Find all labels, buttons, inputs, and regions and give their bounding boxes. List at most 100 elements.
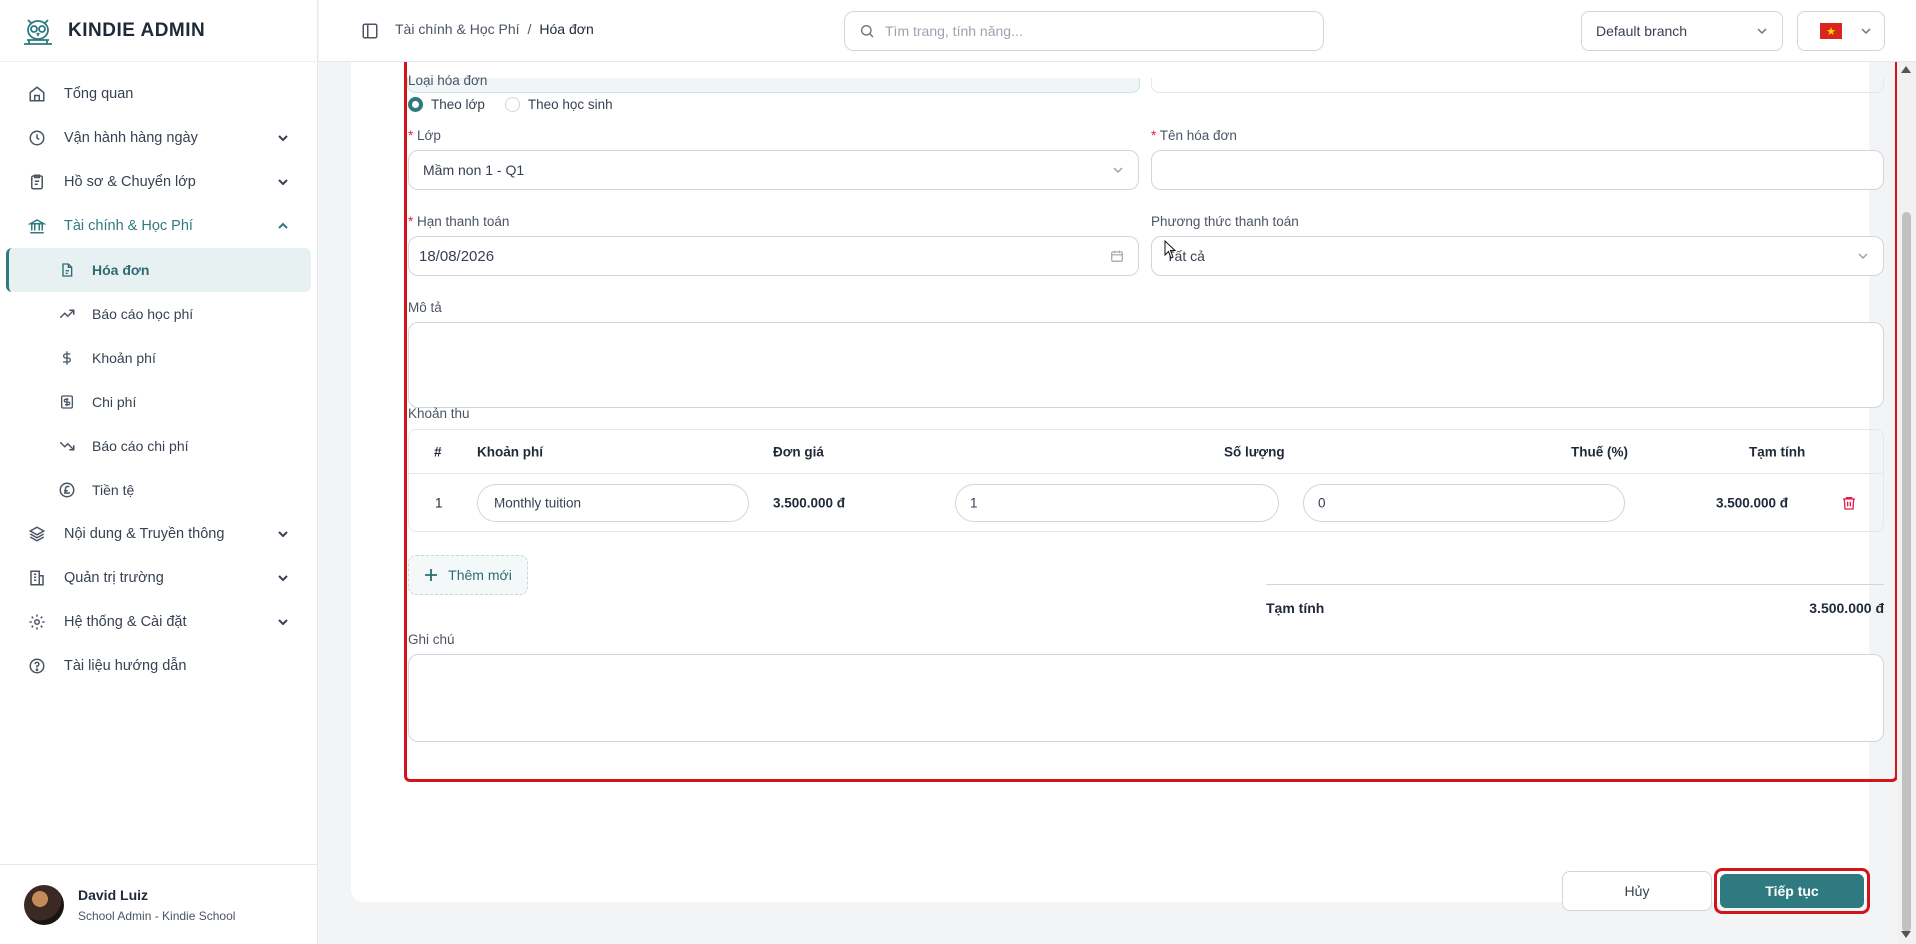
sidebar-toggle-icon[interactable]	[361, 22, 379, 40]
chevron-down-icon	[277, 175, 291, 189]
trash-icon[interactable]	[1841, 494, 1857, 512]
vietnam-flag-icon: ★	[1820, 23, 1842, 39]
column-header-fee: Khoản phí	[477, 444, 543, 459]
language-select[interactable]: ★	[1797, 11, 1885, 51]
bank-icon	[26, 215, 48, 237]
sidebar-subitem-invoices[interactable]: Hóa đơn	[6, 248, 311, 292]
sidebar: KINDIE ADMIN Tổng quan Vận hành hàng ngà…	[0, 0, 318, 944]
class-value: Mầm non 1 - Q1	[423, 162, 525, 178]
main-content: Loại hóa đơn Theo lớp Theo học sinh Lớp …	[319, 62, 1897, 944]
sidebar-item-docs[interactable]: Tài liệu hướng dẫn	[0, 644, 317, 688]
branch-value: Default branch	[1596, 23, 1688, 39]
scrollbar-thumb[interactable]	[1902, 212, 1911, 932]
invoice-name-input[interactable]	[1151, 150, 1884, 190]
sidebar-subitem-tuition-report[interactable]: Báo cáo học phí	[6, 292, 311, 336]
sidebar-item-label: Tổng quan	[64, 86, 134, 102]
sidebar-item-overview[interactable]: Tổng quan	[0, 72, 317, 116]
chevron-down-icon	[1112, 164, 1124, 176]
radio-by-class[interactable]: Theo lớp	[408, 97, 485, 112]
brand-name: KINDIE ADMIN	[68, 19, 206, 41]
trend-down-icon	[56, 435, 78, 457]
plus-icon	[424, 568, 438, 582]
radio-dot	[408, 97, 423, 112]
class-select[interactable]: Mầm non 1 - Q1	[408, 150, 1139, 190]
invoice-type-label: Loại hóa đơn	[408, 73, 488, 88]
chevron-down-icon	[277, 615, 291, 629]
sidebar-item-system-settings[interactable]: Hệ thống & Cài đặt	[0, 600, 317, 644]
user-profile[interactable]: David Luiz School Admin - Kindie School	[0, 864, 318, 944]
class-label: Lớp	[408, 128, 441, 143]
radio-label: Theo học sinh	[527, 97, 613, 112]
sidebar-item-finance[interactable]: Tài chính & Học Phí	[0, 204, 317, 248]
building-icon	[26, 567, 48, 589]
scroll-down-arrow-icon[interactable]	[1901, 931, 1911, 938]
due-date-label-text: Hạn thanh toán	[417, 214, 510, 229]
brand[interactable]: KINDIE ADMIN	[0, 0, 317, 62]
quantity-input[interactable]: 1	[955, 484, 1279, 522]
trend-up-icon	[56, 303, 78, 325]
tax-value: 0	[1318, 495, 1326, 511]
quantity-value: 1	[970, 495, 978, 511]
home-icon	[26, 83, 48, 105]
sidebar-subitem-label: Khoản phí	[92, 350, 156, 366]
description-label: Mô tả	[408, 300, 442, 315]
sidebar-item-daily-operations[interactable]: Vận hành hàng ngày	[0, 116, 317, 160]
avatar	[24, 884, 64, 925]
gear-icon	[26, 611, 48, 633]
invoice-icon	[56, 259, 78, 281]
subtotal-value: 3.500.000 đ	[1809, 600, 1884, 616]
due-date-value: 18/08/2026	[419, 247, 495, 265]
dollar-icon	[56, 347, 78, 369]
payment-method-select[interactable]: Tất cả	[1151, 236, 1884, 276]
unit-price-value: 3.500.000 đ	[773, 495, 846, 511]
page-scrollbar[interactable]	[1897, 62, 1916, 944]
fee-select[interactable]: Monthly tuition	[477, 484, 749, 522]
add-item-button[interactable]: Thêm mới	[408, 555, 528, 595]
chevron-up-icon	[277, 219, 291, 233]
search-input[interactable]	[885, 23, 1285, 39]
app-root: KINDIE ADMIN Tổng quan Vận hành hàng ngà…	[0, 0, 1916, 944]
invoice-name-label-text: Tên hóa đơn	[1159, 128, 1237, 143]
cancel-button[interactable]: Hủy	[1562, 871, 1712, 911]
chevron-down-icon	[1756, 25, 1768, 37]
description-textarea[interactable]	[408, 322, 1884, 408]
sidebar-subitem-expense-report[interactable]: Báo cáo chi phí	[6, 424, 311, 468]
class-label-text: Lớp	[417, 128, 441, 143]
add-item-label: Thêm mới	[448, 567, 512, 583]
row-index: 1	[435, 495, 443, 511]
search-box[interactable]	[844, 11, 1324, 51]
top-header: Tài chính & Học Phí / Hóa đơn Default br…	[319, 0, 1916, 62]
chevron-down-icon	[277, 527, 291, 541]
user-name: David Luiz	[78, 886, 149, 903]
breadcrumb-finance[interactable]: Tài chính & Học Phí	[395, 21, 520, 37]
sidebar-subitem-currency[interactable]: Tiền tệ	[6, 468, 311, 512]
sidebar-item-school-admin[interactable]: Quản trị trường	[0, 556, 317, 600]
tax-input[interactable]: 0	[1303, 484, 1625, 522]
invoice-form-card: Loại hóa đơn Theo lớp Theo học sinh Lớp …	[351, 62, 1897, 902]
sidebar-item-records[interactable]: Hồ sơ & Chuyển lớp	[0, 160, 317, 204]
chevron-down-icon	[1860, 25, 1872, 37]
sidebar-item-label: Hệ thống & Cài đặt	[64, 614, 187, 630]
sidebar-subitem-label: Tiền tệ	[92, 482, 135, 498]
notes-textarea[interactable]	[408, 654, 1884, 742]
invoice-name-label: Tên hóa đơn	[1151, 128, 1237, 143]
radio-by-student[interactable]: Theo học sinh	[504, 97, 613, 112]
due-date-label: Hạn thanh toán	[408, 214, 509, 229]
sidebar-subitem-fees[interactable]: Khoản phí	[6, 336, 311, 380]
radio-label: Theo lớp	[431, 97, 485, 112]
sidebar-subitem-label: Báo cáo học phí	[92, 306, 194, 322]
scroll-up-arrow-icon[interactable]	[1901, 66, 1911, 73]
user-role: School Admin - Kindie School	[78, 908, 236, 923]
subtotal-row: Tạm tính 3.500.000 đ	[1266, 600, 1884, 616]
radio-dot	[504, 97, 520, 112]
branch-select[interactable]: Default branch	[1581, 11, 1783, 51]
invoice-type-radio-group: Theo lớp Theo học sinh	[408, 97, 613, 112]
subtotal-divider	[1266, 584, 1884, 585]
column-header-subtotal: Tạm tính	[1749, 444, 1806, 459]
continue-button[interactable]: Tiếp tục	[1720, 874, 1864, 908]
sidebar-item-content[interactable]: Nội dung & Truyền thông	[0, 512, 317, 556]
due-date-picker[interactable]: 18/08/2026	[408, 236, 1139, 276]
sidebar-item-label: Vận hành hàng ngày	[64, 130, 198, 146]
sidebar-subitem-expenses[interactable]: Chi phí	[6, 380, 311, 424]
chevron-down-icon	[494, 498, 505, 509]
